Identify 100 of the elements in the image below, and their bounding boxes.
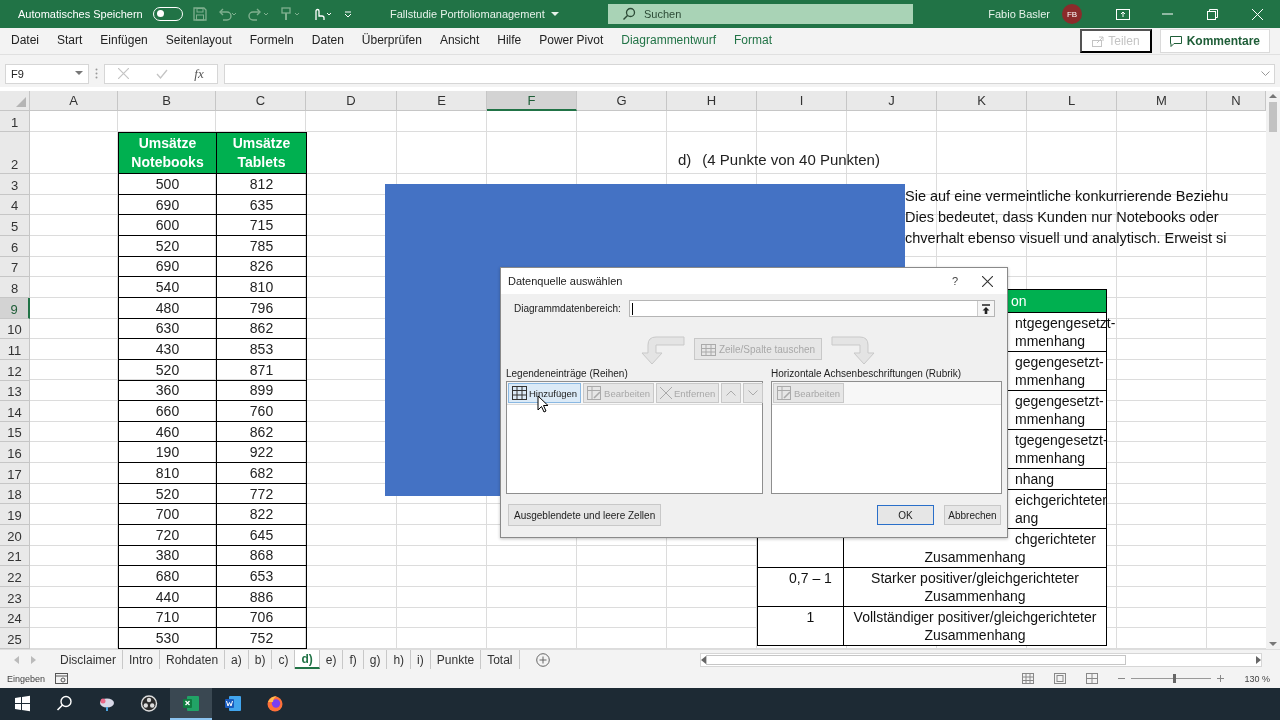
ribbon-tab[interactable]: Power Pivot — [530, 28, 613, 54]
row-header[interactable]: 25 — [0, 628, 30, 649]
ribbon-tab[interactable]: Start — [48, 28, 92, 54]
column-header[interactable]: C — [216, 91, 306, 112]
ribbon-tab[interactable]: Einfügen — [91, 28, 157, 54]
ribbon-tab[interactable]: Hilfe — [488, 28, 531, 54]
previous-sheet-icon[interactable] — [14, 655, 19, 664]
row-header[interactable]: 20 — [0, 525, 30, 546]
column-header[interactable]: B — [118, 91, 216, 112]
row-header[interactable]: 16 — [0, 442, 30, 464]
hidden-cells-button[interactable]: Ausgeblendete und leere Zellen — [508, 504, 662, 527]
scrollbar-thumb[interactable] — [1269, 102, 1277, 133]
vertical-scrollbar[interactable] — [1266, 91, 1280, 650]
column-header[interactable]: H — [667, 91, 757, 112]
column-header[interactable]: L — [1027, 91, 1117, 112]
row-header[interactable]: 13 — [0, 380, 30, 402]
normal-view-icon[interactable] — [1022, 673, 1035, 685]
column-header[interactable]: G — [577, 91, 667, 112]
row-header[interactable]: 10 — [0, 318, 30, 340]
add-button[interactable]: Hinzufügen — [508, 383, 582, 404]
add-sheet-icon[interactable] — [535, 652, 550, 667]
enter-icon[interactable] — [155, 68, 168, 79]
column-header[interactable]: F — [487, 91, 577, 112]
horizontal-scrollbar[interactable] — [699, 652, 1262, 667]
row-header[interactable]: 9 — [0, 297, 30, 319]
ribbon-tab[interactable]: Diagrammentwurf — [612, 28, 725, 54]
ribbon-tab[interactable]: Formeln — [240, 28, 303, 54]
redo-icon[interactable] — [246, 7, 269, 21]
dropdown-icon[interactable] — [75, 71, 83, 77]
column-header[interactable]: E — [397, 91, 487, 112]
scrollbar-thumb[interactable] — [705, 654, 1126, 665]
scroll-up-icon[interactable] — [1269, 93, 1277, 99]
collapse-button[interactable] — [977, 301, 994, 317]
ribbon-tab[interactable]: Format — [725, 28, 781, 54]
help-button[interactable]: ? — [942, 275, 968, 288]
restore-icon[interactable] — [1207, 8, 1218, 20]
macro-recording-icon[interactable] — [55, 673, 69, 685]
row-header[interactable]: 11 — [0, 339, 30, 360]
formula-field[interactable] — [224, 63, 1275, 84]
search-icon[interactable] — [622, 7, 636, 21]
next-sheet-icon[interactable] — [31, 655, 36, 664]
cancel-icon[interactable] — [118, 68, 130, 80]
close-icon[interactable] — [982, 275, 993, 287]
column-header[interactable]: K — [937, 91, 1027, 112]
customize-icon[interactable] — [342, 9, 353, 19]
page-layout-icon[interactable] — [1054, 673, 1067, 685]
format-painter-icon[interactable] — [278, 7, 301, 21]
row-header[interactable]: 3 — [0, 174, 30, 195]
row-header[interactable]: 19 — [0, 504, 30, 525]
row-header[interactable]: 5 — [0, 215, 30, 237]
cancel-button[interactable]: Abbrechen — [944, 505, 1001, 526]
comments-button[interactable]: Kommentare — [1159, 29, 1270, 53]
row-header[interactable]: 12 — [0, 359, 30, 381]
table-cell: gegengesetzt- — [1015, 392, 1104, 411]
select-all-icon[interactable] — [16, 97, 26, 108]
row-header[interactable]: 24 — [0, 607, 30, 629]
table-cell: 440 — [118, 586, 217, 608]
column-header[interactable]: N — [1207, 91, 1266, 112]
row-header[interactable]: 23 — [0, 586, 30, 608]
row-header[interactable]: 8 — [0, 277, 30, 298]
slider-thumb[interactable] — [1172, 674, 1176, 684]
column-header[interactable]: M — [1117, 91, 1207, 112]
row-header[interactable]: 4 — [0, 194, 30, 216]
row-header[interactable]: 2 — [0, 132, 30, 175]
table-cell: gegengesetzt- — [1015, 353, 1104, 372]
row-header[interactable]: 17 — [0, 463, 30, 484]
sheet-tab[interactable]: d) — [295, 650, 320, 670]
ribbon-tab[interactable]: Daten — [302, 28, 353, 54]
row-header[interactable]: 21 — [0, 545, 30, 567]
user-avatar[interactable]: FB — [1062, 4, 1082, 24]
table-cell: 380 — [118, 545, 217, 567]
column-header[interactable]: I — [757, 91, 847, 112]
ribbon-tab[interactable]: Ansicht — [430, 28, 489, 54]
table-cell: 706 — [216, 607, 307, 629]
page-break-icon[interactable] — [1086, 673, 1099, 685]
column-header[interactable]: D — [306, 91, 397, 112]
zoom-slider[interactable] — [1131, 674, 1212, 684]
row-header[interactable]: 1 — [0, 111, 30, 133]
caret-icon[interactable] — [550, 11, 559, 17]
range-field[interactable] — [628, 300, 995, 318]
name-box[interactable]: F9 — [5, 63, 89, 84]
ribbon-display-icon[interactable] — [1115, 8, 1130, 20]
drag-handle-icon — [95, 68, 98, 80]
insert-function-button[interactable]: fx — [194, 65, 204, 82]
row-header[interactable]: 6 — [0, 236, 30, 257]
ok-button[interactable]: OK — [877, 505, 934, 526]
row-header[interactable]: 14 — [0, 401, 30, 422]
ribbon-tab[interactable]: Datei — [2, 28, 48, 54]
row-header[interactable]: 7 — [0, 256, 30, 278]
column-header[interactable]: A — [30, 91, 118, 112]
expand-icon[interactable] — [1261, 71, 1270, 77]
zoom-in-icon[interactable] — [1217, 675, 1225, 683]
ribbon-tab[interactable]: Überprüfen — [352, 28, 431, 54]
ribbon-tab[interactable]: Seitenlayout — [156, 28, 241, 54]
column-header[interactable]: J — [847, 91, 937, 112]
search-field[interactable]: Suchen — [608, 4, 913, 24]
save-icon[interactable] — [192, 7, 207, 21]
row-header[interactable]: 22 — [0, 566, 30, 587]
row-header[interactable]: 15 — [0, 421, 30, 443]
row-header[interactable]: 18 — [0, 483, 30, 505]
